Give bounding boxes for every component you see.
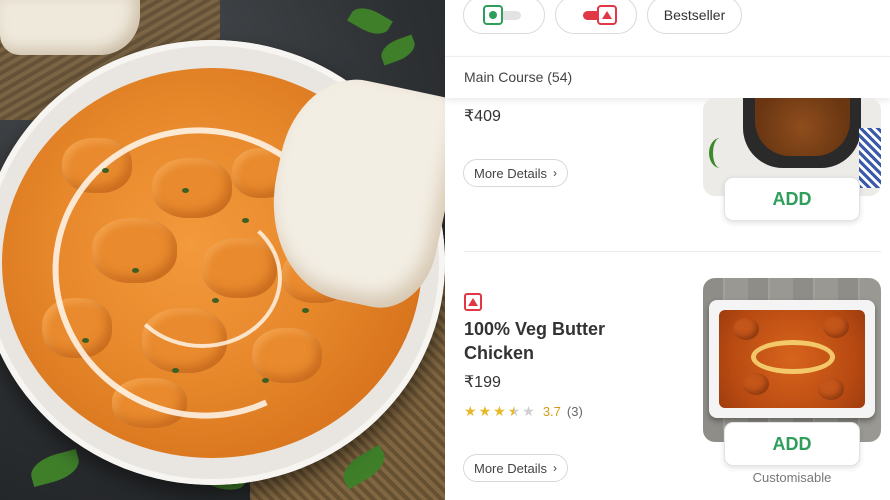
star-icon: ★ [464, 403, 477, 419]
item-price: ₹199 [464, 374, 501, 391]
coriander-leaf [377, 34, 419, 66]
nonveg-icon [597, 5, 617, 25]
divider [464, 251, 881, 252]
menu-panel: Bestseller Main Course (54) ₹409 More De… [445, 0, 890, 500]
star-icon-empty: ★ [522, 403, 535, 419]
more-details-button[interactable]: More Details › [463, 159, 568, 187]
item-price: ₹409 [464, 108, 501, 125]
hero-food-image [0, 0, 445, 500]
rating: ★ ★ ★ ★ ★ 3.7 (3) [464, 403, 583, 420]
add-button[interactable]: ADD [724, 422, 860, 466]
coriander-leaf [347, 1, 393, 41]
nonveg-icon [464, 293, 482, 311]
chevron-right-icon: › [552, 166, 557, 180]
chevron-right-icon: › [552, 461, 557, 475]
more-details-label: More Details [474, 460, 547, 476]
veg-toggle[interactable] [483, 5, 525, 25]
nonveg-filter-chip[interactable] [555, 0, 637, 34]
star-icon: ★ [493, 403, 506, 419]
filter-bar: Bestseller [445, 0, 890, 48]
nonveg-toggle[interactable] [575, 5, 617, 25]
star-icon: ★ [478, 403, 492, 419]
item-image[interactable] [703, 278, 881, 442]
cream-swirl [751, 340, 835, 374]
coriander-leaf [27, 448, 83, 488]
half-star-icon: ★ [507, 403, 521, 419]
naan-bread-top [0, 0, 140, 55]
section-title: Main Course (54) [464, 69, 573, 85]
veg-icon [483, 5, 503, 25]
veg-filter-chip[interactable] [463, 0, 545, 34]
add-button[interactable]: ADD [724, 177, 860, 221]
chili-garnish [709, 138, 731, 168]
section-header: Main Course (54) [445, 56, 890, 98]
more-details-label: More Details [474, 165, 547, 181]
more-details-button[interactable]: More Details › [463, 454, 568, 482]
rating-value: 3.7 [542, 404, 561, 419]
dish-food [755, 98, 850, 156]
customisable-label: Customisable [752, 470, 832, 485]
checkered-napkin [859, 128, 881, 188]
bestseller-filter-chip[interactable]: Bestseller [647, 0, 742, 34]
rating-count: (3) [566, 404, 583, 419]
dish-name: 100% Veg Butter Chicken [464, 319, 606, 363]
